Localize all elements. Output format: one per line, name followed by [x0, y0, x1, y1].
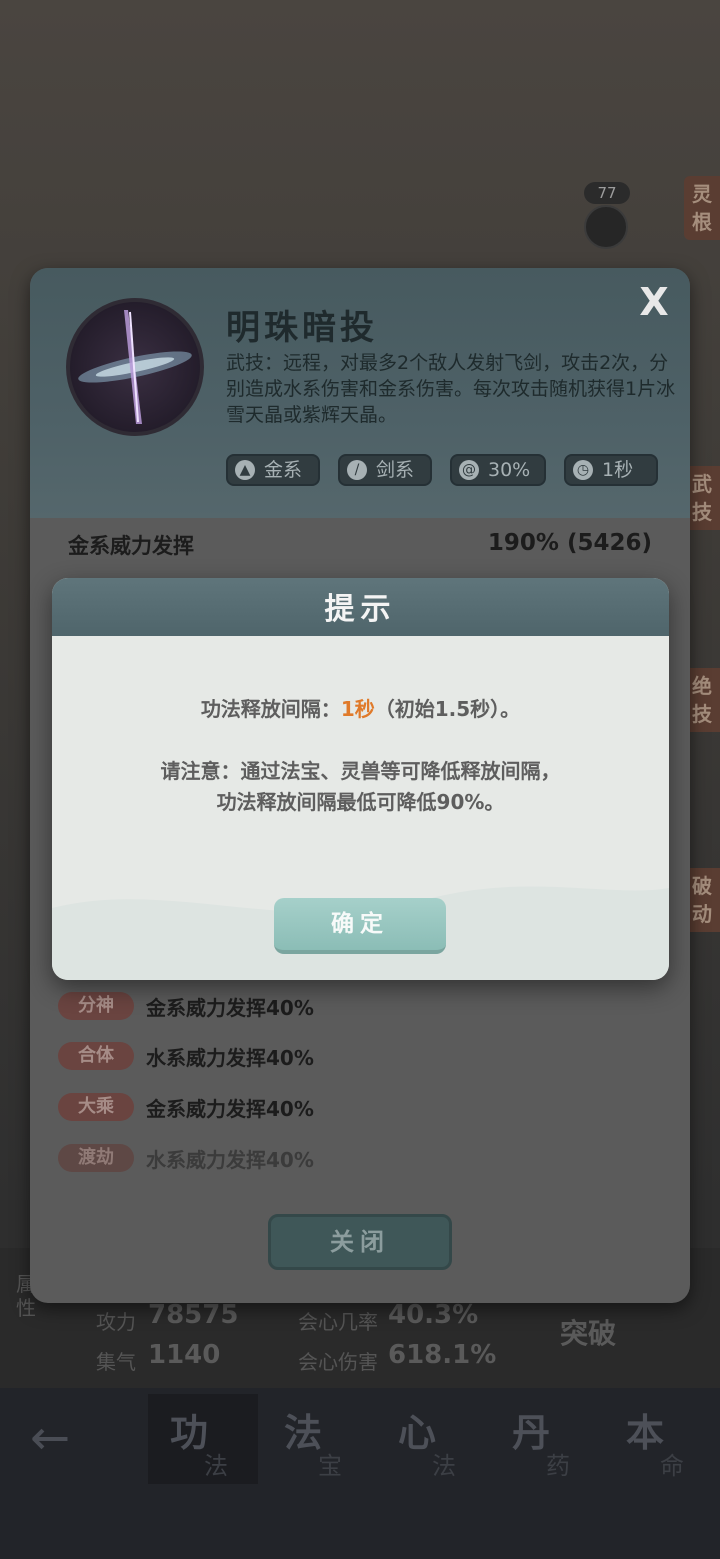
tag-element: ▲ 金系	[226, 454, 320, 486]
interval-suffix: （初始1.5秒）。	[374, 697, 521, 721]
realm-bonus-text: 水系威力发挥40%	[146, 1046, 314, 1070]
breakthrough-button[interactable]: 突破	[560, 1312, 640, 1352]
confirm-button[interactable]: 确定	[274, 898, 446, 954]
close-button[interactable]: 关闭	[268, 1214, 452, 1270]
nav-tab-skills[interactable]: 功 法	[148, 1394, 258, 1484]
bottom-nav: ← 功 法 法 宝 心 法 丹 药 本 命	[0, 1388, 720, 1559]
nav-tab-big: 功	[170, 1411, 209, 1455]
nav-tab-life[interactable]: 本 命	[604, 1394, 714, 1484]
nav-tab-treasure[interactable]: 法 宝	[262, 1394, 372, 1484]
nav-tab-big: 本	[626, 1411, 665, 1455]
stat-label-charge: 集气	[96, 1350, 136, 1374]
interval-prefix: 功法释放间隔：	[200, 697, 341, 721]
tag-label: 金系	[264, 459, 303, 481]
sword-icon: /	[347, 460, 367, 480]
list-item: 大乘 金系威力发挥40%	[58, 1091, 458, 1123]
realm-bonus-text: 金系威力发挥40%	[146, 1097, 314, 1121]
tag-interval: ◷ 1秒	[564, 454, 658, 486]
nav-tab-big: 心	[398, 1411, 437, 1455]
close-icon[interactable]: X	[634, 282, 674, 322]
nav-tab-big: 丹	[512, 1411, 551, 1455]
clock-icon: ◷	[573, 460, 593, 480]
list-item: 合体 水系威力发挥40%	[58, 1040, 458, 1072]
note-line-1: 请注意：通过法宝、灵兽等可降低释放间隔，	[160, 759, 561, 783]
skill-crossed-blades-icon	[66, 298, 204, 436]
nav-tab-small: 药	[546, 1452, 570, 1480]
nav-tab-small: 宝	[318, 1452, 342, 1480]
skill-name: 明珠暗投	[226, 308, 378, 348]
power-label: 金系威力发挥	[68, 534, 194, 558]
list-item: 渡劫 水系威力发挥40%	[58, 1142, 458, 1174]
stat-value-charge: 1140	[148, 1340, 221, 1370]
dialog-title: 提示	[324, 592, 397, 627]
hint-dialog: 提示 功法释放间隔：1秒（初始1.5秒）。 请注意：通过法宝、灵兽等可降低释放间…	[52, 578, 669, 980]
note-line-2: 功法释放间隔最低可降低90%。	[216, 790, 505, 814]
realm-bonus-text: 水系威力发挥40%	[146, 1148, 314, 1172]
realm-badge: 分神	[58, 992, 134, 1020]
interval-line: 功法释放间隔：1秒（初始1.5秒）。	[52, 693, 669, 722]
power-row: 金系威力发挥 190% (5426)	[68, 530, 652, 566]
tag-rate: @ 30%	[450, 454, 546, 486]
stat-value-attack: 78575	[148, 1300, 239, 1330]
nav-tab-small: 法	[204, 1452, 228, 1480]
nav-tab-mind[interactable]: 心 法	[376, 1394, 486, 1484]
tag-type: / 剑系	[338, 454, 432, 486]
spirit-root-level-badge: 77	[584, 182, 630, 204]
nav-tab-big: 法	[284, 1411, 323, 1455]
stat-label-crit-damage: 会心伤害	[298, 1350, 378, 1374]
arrow-left-icon[interactable]: ←	[30, 1414, 90, 1462]
realm-bonus-text: 金系威力发挥40%	[146, 996, 314, 1020]
stat-value-crit-rate: 40.3%	[388, 1300, 479, 1330]
nav-tab-pills[interactable]: 丹 药	[490, 1394, 600, 1484]
tag-label: 30%	[488, 459, 531, 481]
nav-tab-small: 法	[432, 1452, 456, 1480]
stat-label-attack: 攻力	[96, 1310, 136, 1334]
interval-value: 1秒	[340, 697, 375, 721]
skill-description: 武技：远程，对最多2个敌人发射飞剑，攻击2次，分别造成水系伤害和金系伤害。每次攻…	[226, 352, 676, 426]
tag-label: 1秒	[602, 459, 634, 481]
gold-element-icon: ▲	[235, 460, 255, 480]
spirit-root-icon[interactable]	[584, 205, 628, 249]
realm-badge: 合体	[58, 1042, 134, 1070]
tag-label: 剑系	[376, 459, 415, 481]
swirl-icon: @	[459, 460, 479, 480]
skill-panel-header: 明珠暗投 X 武技：远程，对最多2个敌人发射飞剑，攻击2次，分别造成水系伤害和金…	[30, 268, 690, 518]
stat-value-crit-damage: 618.1%	[388, 1340, 497, 1370]
stat-label-crit-rate: 会心几率	[298, 1310, 378, 1334]
side-tab-spirit-root[interactable]: 灵根	[684, 176, 720, 240]
realm-badge: 大乘	[58, 1093, 134, 1121]
nav-tab-small: 命	[660, 1452, 684, 1480]
realm-badge: 渡劫	[58, 1144, 134, 1172]
dialog-header: 提示	[52, 578, 669, 636]
power-value: 190% (5426)	[487, 530, 652, 556]
list-item: 分神 金系威力发挥40%	[58, 990, 458, 1022]
